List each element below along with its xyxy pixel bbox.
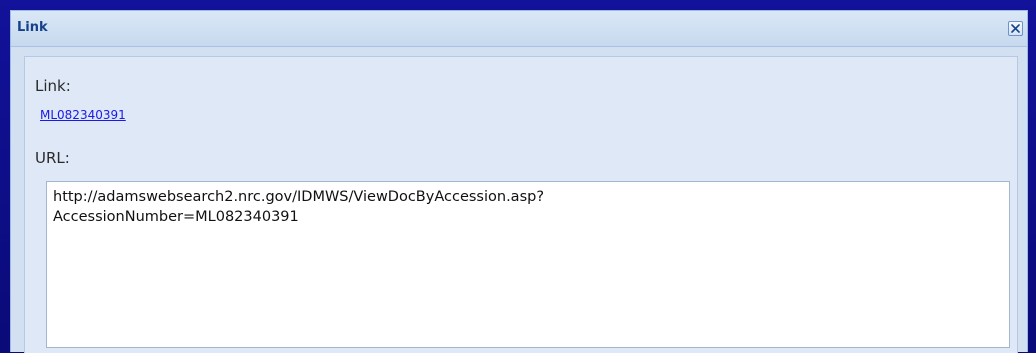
dialog-title: Link (17, 20, 48, 35)
url-label: URL: (35, 149, 70, 167)
dialog-body: Link: ML082340391 URL: http://adamswebse… (24, 56, 1018, 353)
document-link[interactable]: ML082340391 (40, 108, 126, 122)
url-field[interactable]: http://adamswebsearch2.nrc.gov/IDMWS/Vie… (46, 181, 1010, 348)
close-button[interactable] (1008, 21, 1023, 36)
close-icon (1011, 24, 1020, 33)
dialog-titlebar[interactable]: Link (11, 11, 1027, 47)
link-dialog: Link Link: ML082340391 URL: http://adams… (10, 10, 1028, 353)
link-label: Link: (35, 77, 71, 95)
